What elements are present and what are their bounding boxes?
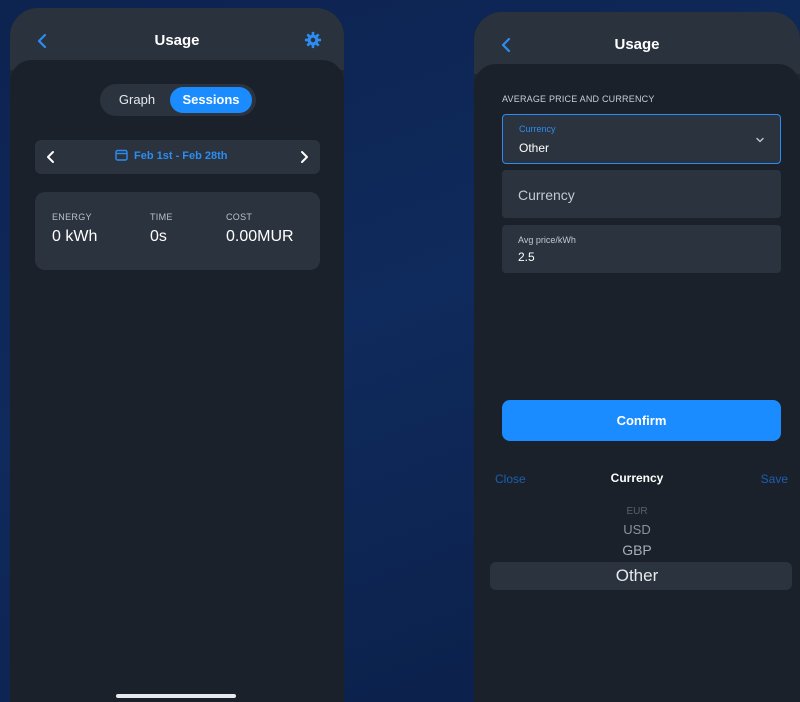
stat-cost: COST 0.00MUR [226, 212, 294, 246]
picker-save-button[interactable]: Save [761, 472, 788, 486]
stat-label: COST [226, 212, 253, 222]
date-range-button[interactable]: Feb 1st - Feb 28th [115, 149, 228, 162]
stat-value: 0.00MUR [226, 228, 294, 245]
chevron-down-icon [756, 137, 764, 143]
picker-option[interactable]: EUR [474, 506, 800, 517]
picker-option[interactable]: USD [474, 522, 800, 537]
stat-energy: ENERGY 0 kWh [52, 212, 97, 246]
picker-title: Currency [610, 471, 664, 485]
currency-select[interactable]: Currency Other [502, 114, 781, 164]
date-range-label: Feb 1st - Feb 28th [134, 150, 228, 162]
usage-screen-currency: Usage AVERAGE PRICE AND CURRENCY Currenc… [474, 12, 800, 702]
currency-select-label: Currency [519, 124, 556, 134]
section-title: AVERAGE PRICE AND CURRENCY [502, 94, 655, 104]
stat-label: TIME [150, 212, 173, 222]
gear-icon[interactable] [304, 31, 322, 49]
avg-price-value: 2.5 [518, 250, 535, 264]
currency-input-placeholder: Currency [518, 187, 575, 203]
stat-time: TIME 0s [150, 212, 173, 246]
segmented-control: Graph Sessions [100, 84, 256, 116]
tab-graph[interactable]: Graph [106, 87, 168, 113]
picker-option-selected[interactable]: Other [474, 566, 800, 586]
screen-content: AVERAGE PRICE AND CURRENCY Currency Othe… [474, 64, 800, 702]
currency-picker-wheel[interactable]: EUR USD GBP Other [474, 504, 800, 634]
currency-select-value: Other [519, 141, 550, 155]
chevron-right-icon[interactable] [296, 149, 312, 165]
calendar-icon [115, 149, 128, 161]
page-title: Usage [614, 36, 660, 53]
avg-price-label: Avg price/kWh [518, 235, 576, 245]
stat-value: 0 kWh [52, 228, 98, 245]
date-range-bar: Feb 1st - Feb 28th [35, 140, 320, 174]
chevron-left-icon[interactable] [43, 149, 59, 165]
avg-price-field[interactable]: Avg price/kWh 2.5 [502, 225, 781, 273]
picker-toolbar: Close Currency Save [474, 468, 800, 490]
confirm-button[interactable]: Confirm [502, 400, 781, 441]
page-title: Usage [154, 32, 200, 49]
stat-value: 0s [150, 228, 167, 245]
home-indicator [116, 694, 236, 698]
currency-input[interactable]: Currency [502, 170, 781, 218]
stats-card: ENERGY 0 kWh TIME 0s COST 0.00MUR [35, 192, 320, 270]
picker-option[interactable]: GBP [474, 542, 800, 558]
screen-content: Graph Sessions Feb 1st - Feb 28th ENERGY… [10, 60, 344, 702]
tab-sessions[interactable]: Sessions [170, 87, 252, 113]
stat-label: ENERGY [52, 212, 92, 222]
usage-screen-sessions: Usage Graph Sessions Feb 1st - Feb 28th … [10, 8, 344, 702]
